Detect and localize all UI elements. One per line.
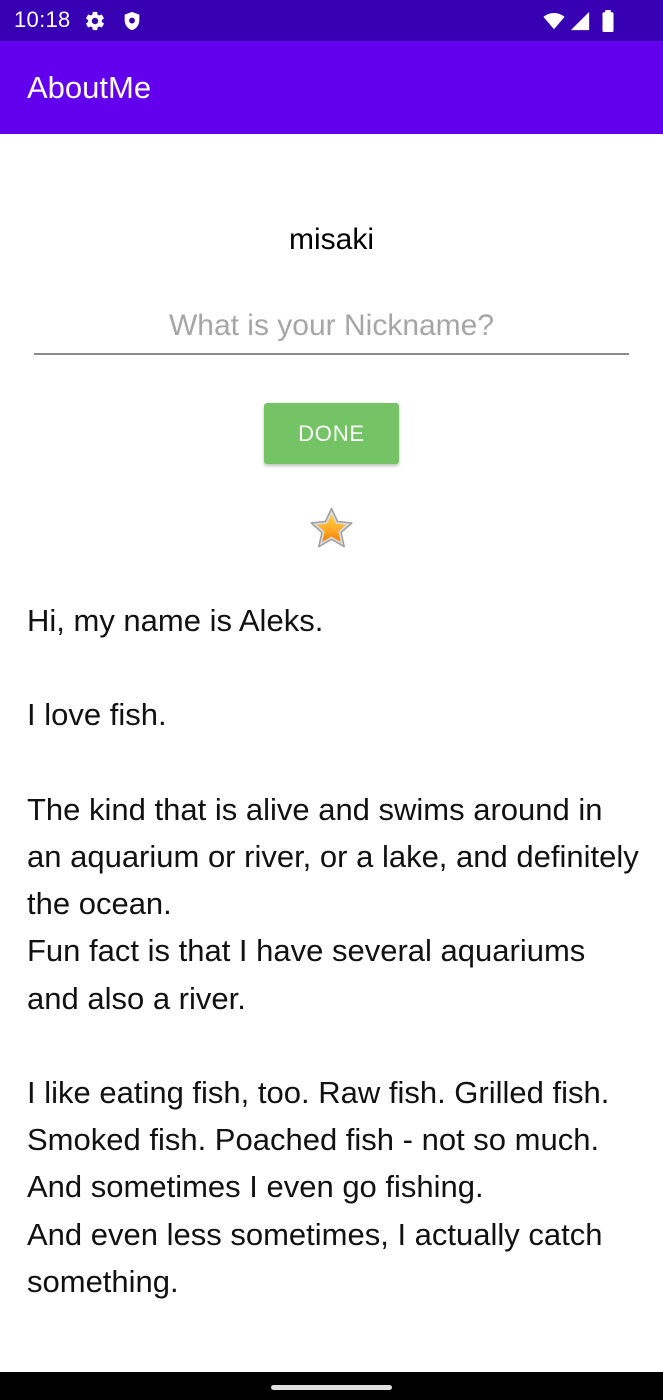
shield-icon	[121, 10, 143, 32]
signal-icon	[569, 10, 591, 32]
app-bar: AboutMe	[0, 41, 663, 134]
gear-icon	[84, 10, 106, 32]
battery-icon	[601, 10, 615, 32]
status-time: 10:18	[14, 7, 71, 32]
nickname-input[interactable]	[34, 303, 629, 355]
star-icon	[308, 506, 355, 552]
navigation-bar	[0, 1372, 663, 1400]
bio-text: Hi, my name is Aleks. I love fish. The k…	[27, 603, 639, 1299]
status-bar: 10:18	[0, 0, 663, 41]
wifi-icon	[541, 10, 567, 32]
home-handle[interactable]	[271, 1385, 392, 1390]
done-button[interactable]: DONE	[264, 403, 399, 464]
app-title: AboutMe	[27, 70, 152, 105]
name-text: misaki	[288, 223, 374, 256]
